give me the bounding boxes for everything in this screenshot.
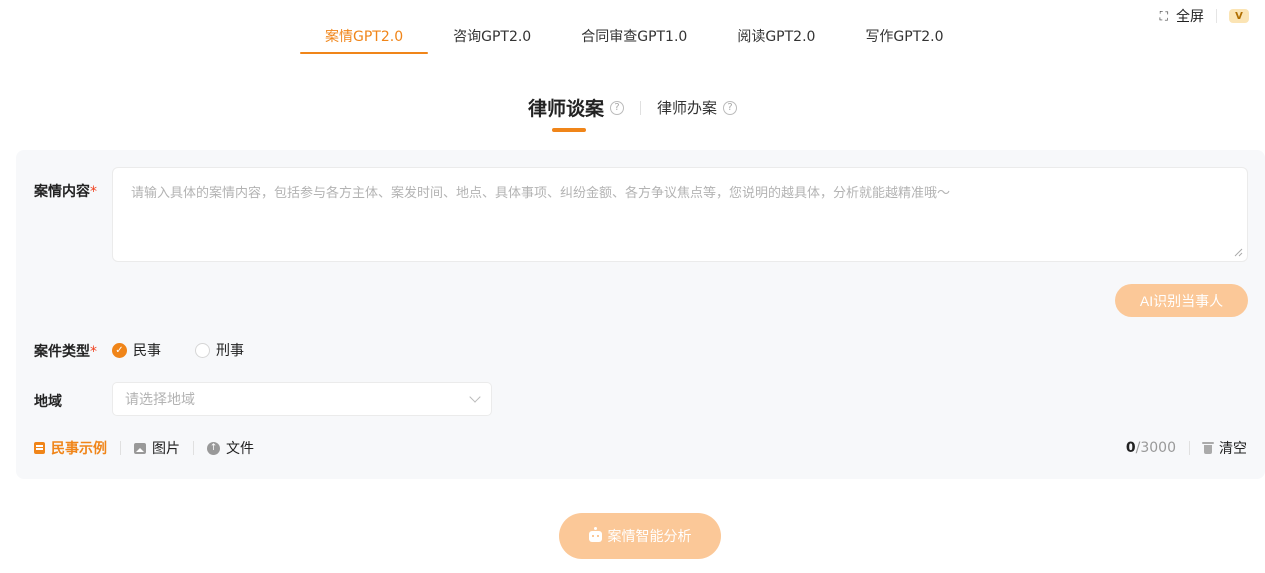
- document-icon: [34, 442, 45, 454]
- model-tabs: 案情GPT2.0 咨询GPT2.0 合同审查GPT1.0 阅读GPT2.0 写作…: [300, 26, 969, 54]
- divider: [120, 441, 121, 455]
- trash-icon: [1202, 442, 1214, 454]
- radio-circle-icon: [195, 342, 210, 358]
- vip-badge[interactable]: V: [1229, 9, 1249, 23]
- tab-lawyer-consult[interactable]: 律师谈案 ?: [527, 94, 624, 132]
- question-icon[interactable]: ?: [610, 100, 624, 115]
- divider: [1189, 441, 1190, 455]
- expand-icon[interactable]: ⛶: [1160, 9, 1168, 24]
- required-mark: *: [90, 184, 97, 200]
- resize-grip-icon[interactable]: [1233, 247, 1243, 257]
- mode-tab-label: 律师办案: [657, 99, 718, 117]
- tool-label: 图片: [152, 441, 180, 457]
- ai-identify-parties-button[interactable]: AI识别当事人: [1115, 284, 1248, 317]
- input-tools: 民事示例 图片 ↑ 文件: [34, 438, 254, 458]
- radio-criminal[interactable]: 刑事: [195, 340, 244, 360]
- tab-case-gpt[interactable]: 案情GPT2.0: [300, 26, 429, 54]
- fullscreen-button[interactable]: 全屏: [1176, 6, 1204, 26]
- region-placeholder: 请选择地域: [125, 392, 195, 408]
- tab-consult-gpt[interactable]: 咨询GPT2.0: [428, 26, 556, 54]
- clear-label: 清空: [1219, 441, 1247, 457]
- mode-tabs: 律师谈案 ? 律师办案 ?: [0, 94, 1265, 132]
- divider: [1216, 9, 1217, 23]
- divider: [193, 441, 194, 455]
- top-right-controls: ⛶ 全屏 V: [1160, 6, 1249, 26]
- robot-icon: [588, 526, 602, 542]
- radio-label: 刑事: [216, 343, 244, 359]
- mode-tab-label: 律师谈案: [527, 98, 604, 120]
- check-icon: ✓: [112, 342, 127, 358]
- tab-writing-gpt[interactable]: 写作GPT2.0: [840, 26, 968, 54]
- tool-label: 民事示例: [51, 441, 107, 457]
- chevron-down-icon: [469, 391, 481, 403]
- divider: [640, 100, 641, 115]
- case-content-input[interactable]: [113, 168, 1247, 261]
- required-mark: *: [90, 344, 97, 360]
- tab-lawyer-handle[interactable]: 律师办案 ?: [657, 97, 738, 118]
- case-content-label: 案情内容*: [34, 184, 97, 200]
- tool-label: 文件: [226, 441, 254, 457]
- tab-contract-review-gpt[interactable]: 合同审查GPT1.0: [556, 26, 712, 54]
- region-label: 地域: [34, 394, 62, 410]
- case-content-field-wrap: [112, 167, 1248, 262]
- image-icon: [134, 442, 146, 454]
- upload-icon: ↑: [207, 441, 220, 455]
- region-select[interactable]: 请选择地域: [112, 382, 492, 416]
- char-count-max: /3000: [1135, 440, 1176, 456]
- clear-button[interactable]: 清空: [1202, 438, 1247, 458]
- char-counter: 0 /3000 清空: [1126, 438, 1247, 458]
- char-count-current: 0: [1125, 440, 1136, 456]
- question-icon[interactable]: ?: [723, 100, 738, 115]
- radio-civil[interactable]: ✓ 民事: [112, 340, 161, 360]
- case-type-radio-group: ✓ 民事 刑事: [112, 340, 244, 360]
- image-upload-button[interactable]: 图片: [134, 438, 180, 458]
- analyze-label: 案情智能分析: [607, 528, 692, 544]
- case-type-label: 案件类型*: [34, 344, 97, 360]
- case-analysis-button[interactable]: 案情智能分析: [559, 513, 721, 559]
- tab-reading-gpt[interactable]: 阅读GPT2.0: [712, 26, 840, 54]
- radio-label: 民事: [133, 343, 161, 359]
- case-form-card: 案情内容* AI识别当事人 案件类型* ✓ 民事 刑事 地域 请选择地域 民事示…: [16, 150, 1265, 479]
- file-upload-button[interactable]: ↑ 文件: [207, 438, 254, 458]
- civil-example-button[interactable]: 民事示例: [34, 438, 107, 458]
